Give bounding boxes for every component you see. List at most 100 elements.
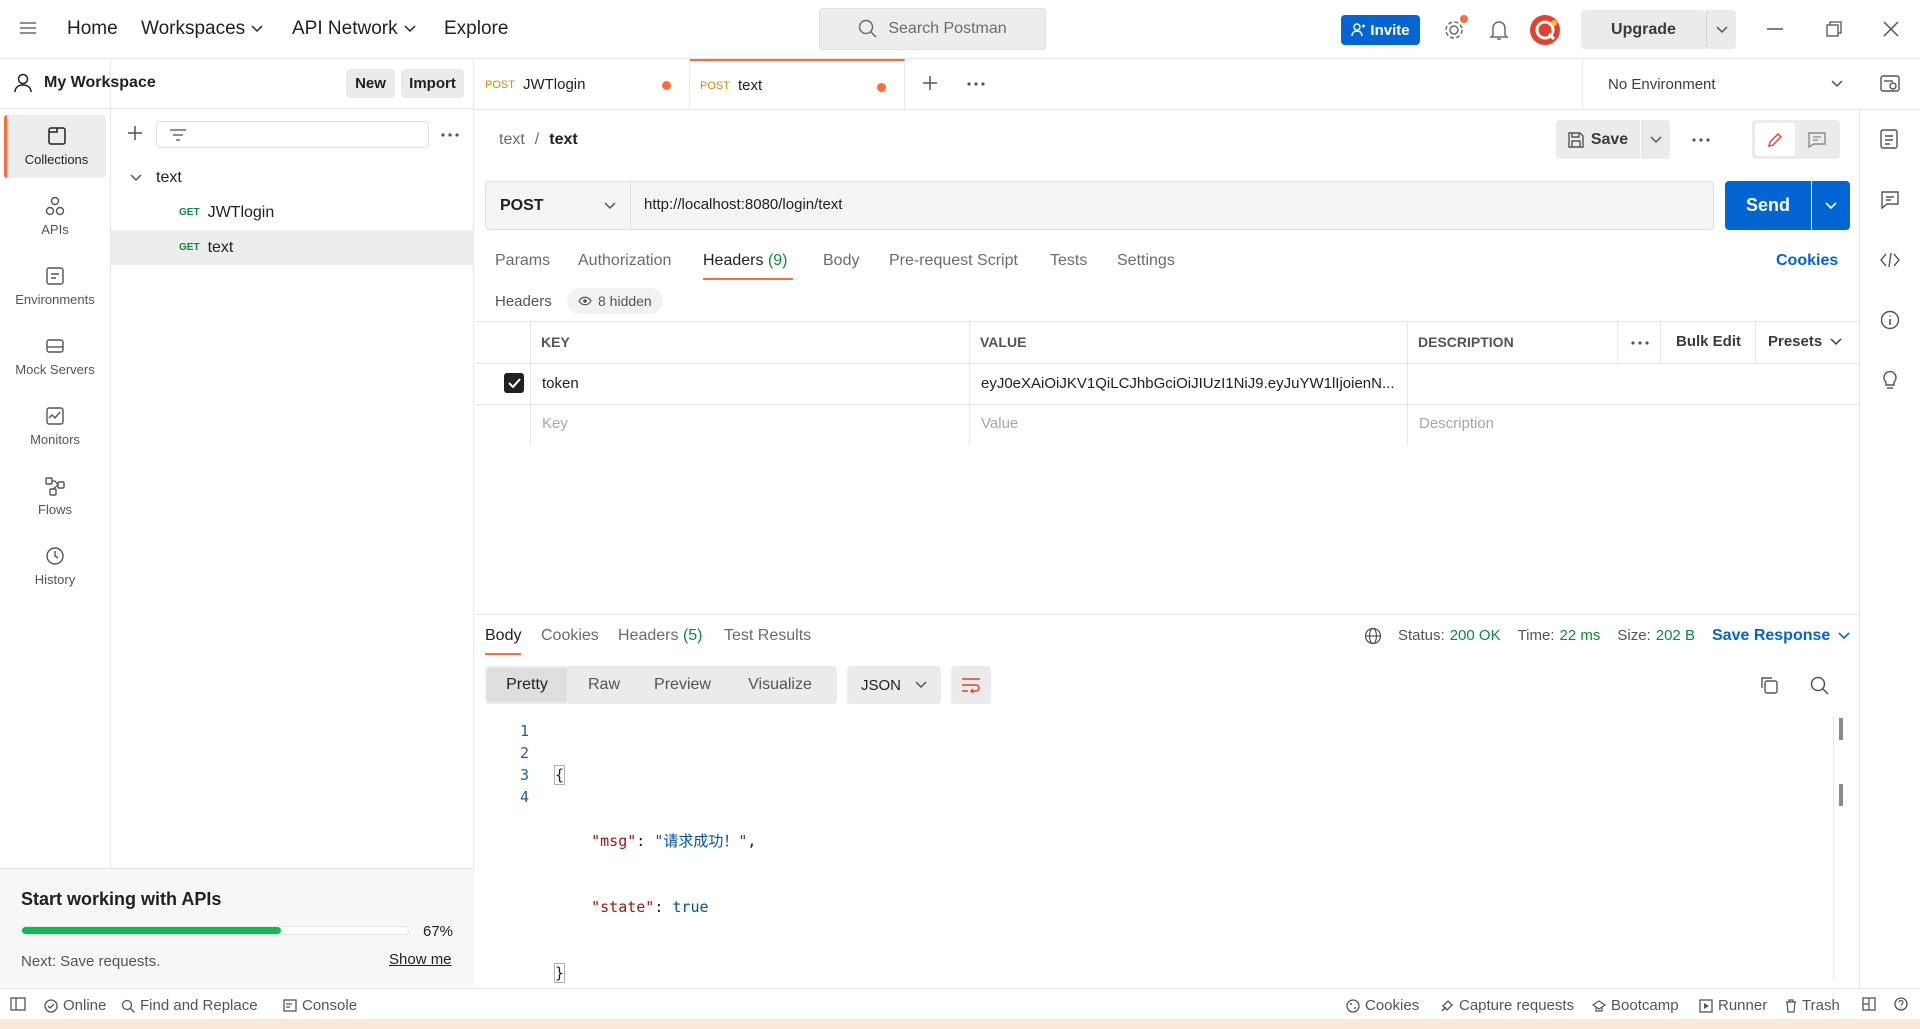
send-dropdown-button[interactable] xyxy=(1812,181,1850,230)
documentation-icon[interactable] xyxy=(1880,129,1898,149)
presets-dropdown[interactable]: Presets xyxy=(1768,333,1842,350)
comment-mode-button[interactable] xyxy=(1797,123,1837,156)
comments-icon[interactable] xyxy=(1880,190,1900,210)
find-and-replace[interactable]: Find and Replace xyxy=(121,997,258,1014)
tab-body[interactable]: Body xyxy=(823,252,859,270)
menu-icon[interactable] xyxy=(20,21,36,35)
json-key: "msg" xyxy=(591,832,637,850)
tab-authorization[interactable]: Authorization xyxy=(578,252,671,270)
response-tab-cookies[interactable]: Cookies xyxy=(541,627,599,645)
header-enabled-checkbox[interactable] xyxy=(504,373,524,393)
view-preview[interactable]: Preview xyxy=(640,668,725,702)
two-pane-icon[interactable] xyxy=(1862,997,1876,1011)
code-icon[interactable] xyxy=(1880,252,1900,268)
filter-input[interactable] xyxy=(156,121,429,148)
save-response-button[interactable]: Save Response xyxy=(1712,627,1850,645)
edit-mode-button[interactable] xyxy=(1755,123,1795,156)
runner[interactable]: Runner xyxy=(1699,997,1767,1014)
settings-icon[interactable] xyxy=(1443,15,1468,41)
add-collection-icon[interactable] xyxy=(127,125,143,141)
show-me-link[interactable]: Show me xyxy=(389,951,452,968)
nav-home[interactable]: Home xyxy=(67,18,118,40)
rail-history[interactable]: History xyxy=(4,535,106,598)
breadcrumb-parent[interactable]: text xyxy=(499,131,525,149)
breadcrumb-current[interactable]: text xyxy=(549,131,577,149)
minimize-icon[interactable] xyxy=(1767,28,1783,30)
view-raw[interactable]: Raw xyxy=(571,668,637,702)
response-tab-test-results[interactable]: Test Results xyxy=(724,627,811,645)
rail-environments[interactable]: Environments xyxy=(4,255,106,318)
response-tab-body[interactable]: Body xyxy=(485,627,521,645)
tab-headers[interactable]: Headers (9) xyxy=(703,252,788,270)
nav-api-network[interactable]: API Network xyxy=(292,18,416,40)
wrap-lines-button[interactable] xyxy=(951,666,991,704)
rail-collections[interactable]: Collections xyxy=(4,115,106,178)
rail-flows[interactable]: Flows xyxy=(4,465,106,528)
bulk-edit-button[interactable]: Bulk Edit xyxy=(1676,333,1741,350)
response-tab-headers[interactable]: Headers (5) xyxy=(618,627,703,645)
environment-quick-look-icon[interactable] xyxy=(1880,74,1900,94)
header-key-cell[interactable]: token xyxy=(542,375,579,392)
lightbulb-icon[interactable] xyxy=(1880,368,1900,390)
column-options-icon[interactable] xyxy=(1631,341,1649,345)
tab-settings[interactable]: Settings xyxy=(1117,252,1175,270)
rail-mock-servers[interactable]: Mock Servers xyxy=(4,325,106,388)
console[interactable]: Console xyxy=(283,997,357,1014)
trash[interactable]: Trash xyxy=(1785,997,1840,1014)
upgrade-button[interactable]: Upgrade xyxy=(1581,10,1706,49)
online-status[interactable]: Online xyxy=(44,997,106,1014)
info-icon[interactable] xyxy=(1880,310,1900,330)
globe-icon[interactable] xyxy=(1364,627,1382,645)
nav-workspaces[interactable]: Workspaces xyxy=(141,18,263,40)
search-response-icon[interactable] xyxy=(1810,676,1830,696)
new-value-input[interactable]: Value xyxy=(981,415,1018,432)
tab-pre-request-script[interactable]: Pre-request Script xyxy=(889,252,1018,270)
view-pretty[interactable]: Pretty xyxy=(487,668,567,702)
request-more-icon[interactable] xyxy=(1692,138,1710,142)
import-button[interactable]: Import xyxy=(401,69,464,98)
more-options-icon[interactable] xyxy=(441,133,459,137)
scrollbar-marker[interactable] xyxy=(1839,784,1843,806)
scrollbar-marker[interactable] xyxy=(1839,718,1843,740)
copy-icon[interactable] xyxy=(1760,676,1778,694)
save-button[interactable]: Save xyxy=(1556,120,1640,159)
tab-tests[interactable]: Tests xyxy=(1050,252,1087,270)
avatar[interactable] xyxy=(1530,15,1560,45)
method-select[interactable]: POST xyxy=(486,182,631,229)
capture-requests[interactable]: Capture requests xyxy=(1440,997,1574,1014)
cookies-link[interactable]: Cookies xyxy=(1776,252,1838,270)
upgrade-dropdown-button[interactable] xyxy=(1706,10,1736,49)
cookies-status[interactable]: Cookies xyxy=(1346,997,1419,1014)
help-icon[interactable] xyxy=(1894,997,1908,1011)
tabs-more-icon[interactable] xyxy=(967,82,985,86)
nav-explore[interactable]: Explore xyxy=(444,18,508,40)
toggle-sidebar-icon[interactable] xyxy=(10,997,26,1011)
search-input[interactable]: Search Postman xyxy=(819,8,1046,50)
view-visualize[interactable]: Visualize xyxy=(730,668,830,702)
new-key-input[interactable]: Key xyxy=(542,415,568,432)
close-icon[interactable] xyxy=(1883,21,1899,37)
hidden-headers-toggle[interactable]: 8 hidden xyxy=(567,288,663,314)
environment-selector[interactable]: No Environment xyxy=(1582,59,1859,110)
request-item[interactable]: GET JWTlogin xyxy=(111,195,474,230)
format-select[interactable]: JSON xyxy=(847,666,941,704)
header-value-cell[interactable]: eyJ0eXAiOiJKV1QiLCJhbGciOiJIUzI1NiJ9.eyJ… xyxy=(981,375,1401,392)
new-button[interactable]: New xyxy=(346,69,395,98)
rail-monitors[interactable]: Monitors xyxy=(4,395,106,458)
response-body[interactable]: { "msg": "请求成功！", "state": true } xyxy=(553,720,756,1006)
tab-params[interactable]: Params xyxy=(495,252,550,270)
request-item-selected[interactable]: GET text xyxy=(111,230,474,265)
invite-button[interactable]: Invite xyxy=(1341,15,1420,45)
tab-text-active[interactable]: POST text xyxy=(690,59,905,110)
bootcamp[interactable]: Bootcamp xyxy=(1592,997,1679,1014)
new-description-input[interactable]: Description xyxy=(1419,415,1494,432)
new-tab-icon[interactable] xyxy=(922,75,938,91)
send-button[interactable]: Send xyxy=(1725,181,1811,230)
tab-jwtlogin[interactable]: POST JWTlogin xyxy=(474,59,690,110)
collection-item[interactable]: text xyxy=(111,160,474,195)
restore-icon[interactable] xyxy=(1826,21,1842,37)
save-dropdown-button[interactable] xyxy=(1641,120,1670,159)
url-input[interactable]: http://localhost:8080/login/text xyxy=(644,196,842,213)
rail-apis[interactable]: APIs xyxy=(4,185,106,248)
bell-icon[interactable] xyxy=(1489,19,1509,41)
